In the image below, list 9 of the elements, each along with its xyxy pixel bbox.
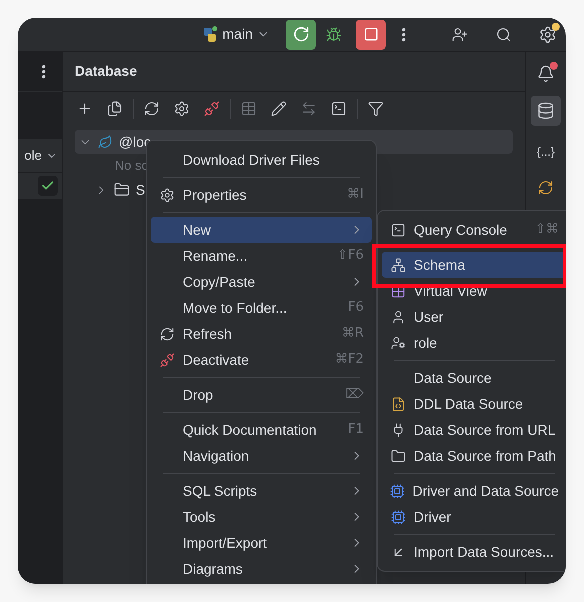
shortcut-label: ⇧F6: [337, 247, 364, 266]
shortcut-label: ⌦: [346, 386, 364, 404]
shortcut-label: ⇧⌘: [535, 221, 559, 240]
panel-title: Database: [75, 62, 138, 81]
shortcut-label: ⌘F2: [335, 351, 364, 370]
shortcut-label: F1: [348, 421, 364, 440]
shortcut-label: ⌘R: [342, 325, 364, 344]
shortcut-label: ⌘I: [347, 186, 364, 204]
shortcut-label: F6: [348, 299, 364, 318]
